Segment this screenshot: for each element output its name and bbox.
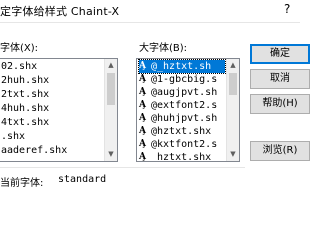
small-font-label: 字体(X): bbox=[0, 43, 39, 54]
scroll-thumb[interactable] bbox=[229, 73, 237, 95]
small-font-item[interactable]: 4txt.shx bbox=[1, 116, 49, 129]
title-divider bbox=[0, 22, 300, 23]
big-font-scrollbar[interactable]: ▲ ▼ bbox=[226, 59, 239, 161]
big-font-item-label: @1-gbcbig.s bbox=[151, 74, 218, 85]
big-font-item-label: _hztxt.shx bbox=[151, 152, 212, 162]
font-icon: A̧ bbox=[139, 100, 146, 110]
current-font-value: standard bbox=[58, 174, 107, 185]
small-font-list[interactable]: 02.shx 2huh.shx 2txt.shx 4huh.shx 4txt.s… bbox=[0, 58, 118, 162]
big-font-label: 大字体(B): bbox=[139, 43, 188, 54]
big-font-item[interactable]: A̧ @1-gbcbig.s bbox=[139, 73, 217, 86]
big-font-item-label: @_hztxt.sh bbox=[151, 61, 212, 72]
scroll-up-icon[interactable]: ▲ bbox=[105, 59, 117, 72]
browse-button[interactable]: 浏览(R) bbox=[250, 141, 310, 161]
scroll-down-icon[interactable]: ▼ bbox=[227, 148, 239, 161]
small-font-item[interactable]: 2huh.shx bbox=[1, 74, 49, 87]
font-selection-dialog: 定字体给样式 Chaint-X ? 字体(X): 02.shx 2huh.shx… bbox=[0, 0, 310, 200]
font-icon: A̧ bbox=[139, 126, 146, 136]
big-font-item[interactable]: A̧ _hztxt.shx bbox=[139, 151, 212, 162]
big-font-list[interactable]: A̧ @_hztxt.sh A̧ @1-gbcbig.s A̧ @augjpvt.sh… bbox=[136, 58, 240, 162]
big-font-item-label: @kxtfont2.s bbox=[151, 139, 218, 150]
scroll-down-icon[interactable]: ▼ bbox=[105, 148, 117, 161]
big-font-item[interactable]: A̧ @kxtfont2.s bbox=[139, 138, 217, 151]
font-icon: A̧ bbox=[139, 113, 146, 123]
scroll-thumb[interactable] bbox=[107, 73, 115, 105]
small-font-item[interactable]: aaderef.shx bbox=[1, 144, 67, 157]
current-font-label: 当前字体: bbox=[0, 178, 44, 189]
big-font-item-label: @extfont2.s bbox=[151, 100, 218, 111]
font-icon: A̧ bbox=[139, 139, 146, 149]
small-font-item[interactable]: .shx bbox=[1, 130, 25, 143]
big-font-item[interactable]: A̧ @augjpvt.sh bbox=[139, 86, 217, 99]
big-font-item-label: @hztxt.shx bbox=[151, 126, 212, 137]
big-font-item[interactable]: A̧ @huhjpvt.sh bbox=[139, 112, 217, 125]
font-icon: A̧ bbox=[139, 152, 146, 162]
big-font-item-label: @augjpvt.sh bbox=[151, 87, 218, 98]
bottom-divider bbox=[0, 167, 245, 168]
ok-button[interactable]: 确定 bbox=[250, 44, 310, 64]
big-font-item-label: @huhjpvt.sh bbox=[151, 113, 218, 124]
small-font-scrollbar[interactable]: ▲ ▼ bbox=[104, 59, 117, 161]
big-font-item[interactable]: A̧ @extfont2.s bbox=[139, 99, 217, 112]
font-icon: A̧ bbox=[139, 74, 146, 84]
scroll-up-icon[interactable]: ▲ bbox=[227, 59, 239, 72]
font-icon: A̧ bbox=[139, 87, 146, 97]
font-icon: A̧ bbox=[139, 61, 146, 71]
big-font-item[interactable]: A̧ @hztxt.shx bbox=[139, 125, 211, 138]
small-font-item[interactable]: 02.shx bbox=[1, 60, 37, 73]
small-font-item[interactable]: 2txt.shx bbox=[1, 88, 49, 101]
cancel-button[interactable]: 取消 bbox=[250, 69, 310, 89]
help-question-icon[interactable]: ? bbox=[284, 2, 290, 16]
dialog-title: 定字体给样式 Chaint-X bbox=[0, 5, 120, 18]
help-button[interactable]: 帮助(H) bbox=[250, 94, 310, 114]
small-font-item[interactable]: 4huh.shx bbox=[1, 102, 49, 115]
big-font-item[interactable]: A̧ @_hztxt.sh bbox=[138, 59, 226, 74]
